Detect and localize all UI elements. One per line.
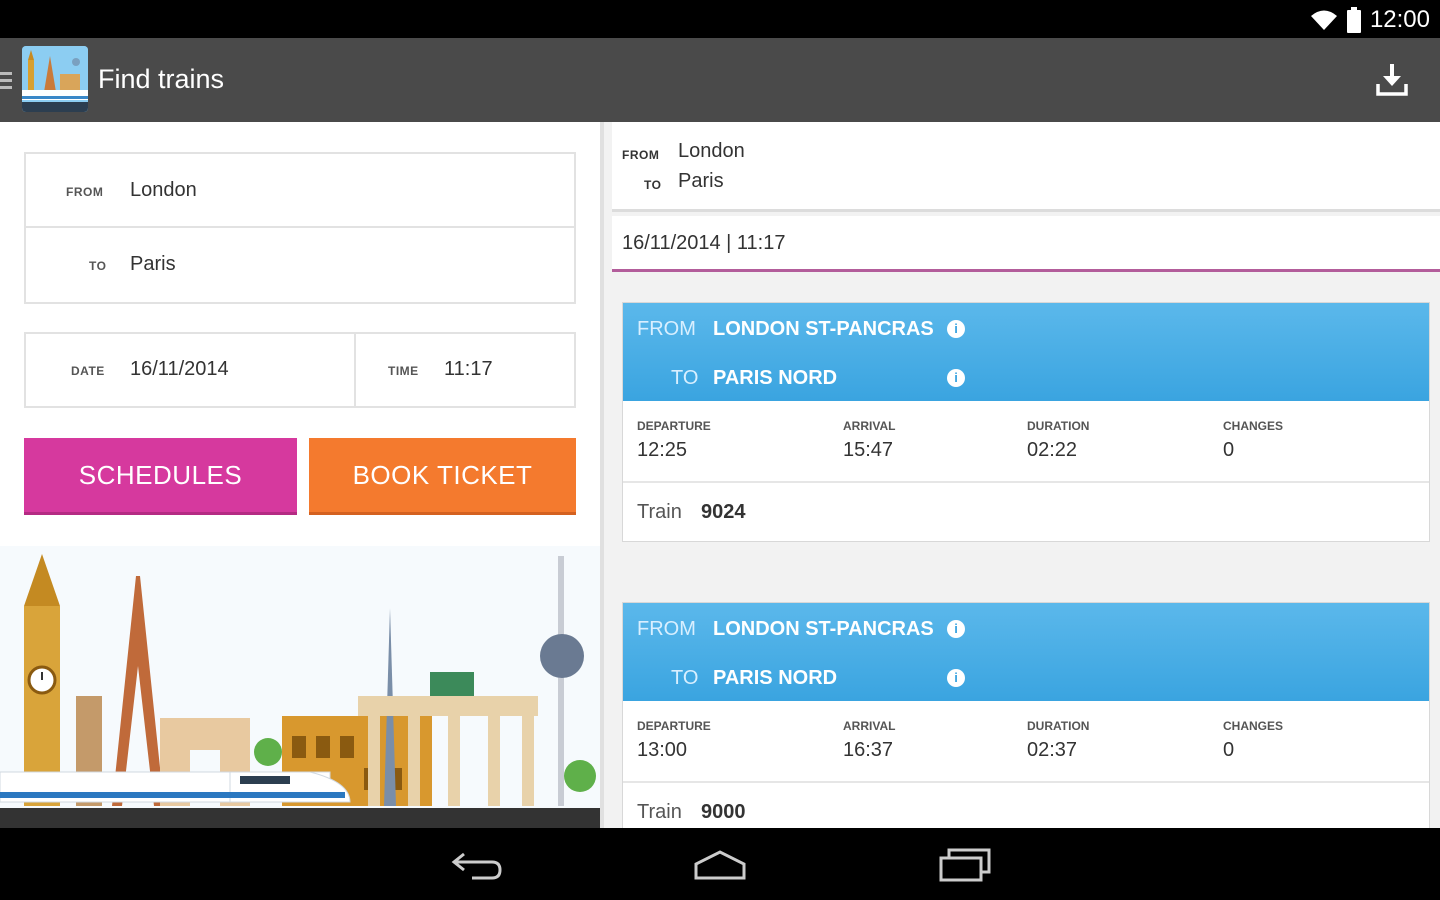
app-logo-icon[interactable] (22, 46, 88, 112)
changes-label: CHANGES (1223, 719, 1284, 733)
schedules-button[interactable]: SCHEDULES (24, 438, 297, 512)
home-icon[interactable] (690, 844, 750, 884)
to-label: TO (89, 259, 107, 273)
journey-to-label: TO (671, 367, 699, 389)
journey-from-label: FROM (637, 318, 696, 340)
journey-card-footer: Train 9024 (623, 483, 1429, 541)
changes-value: 0 (1223, 439, 1235, 461)
results-datetime-text: 16/11/2014 | 11:17 (622, 232, 786, 254)
train-number: 9000 (701, 801, 746, 823)
duration-value: 02:37 (1027, 739, 1078, 761)
date-value: 16/11/2014 (130, 358, 229, 380)
departure-label: DEPARTURE (637, 419, 711, 433)
departure-value: 12:25 (637, 439, 688, 461)
from-value: London (130, 179, 197, 201)
journey-to-station: PARIS NORD (713, 667, 838, 689)
results-route-summary: FROM London TO Paris (612, 122, 1440, 212)
page-title: Find trains (98, 64, 225, 94)
duration-value: 02:22 (1027, 439, 1078, 461)
arrival-value: 16:37 (843, 739, 894, 761)
train-label: Train (637, 501, 682, 523)
menu-icon[interactable] (0, 70, 14, 92)
journey-from-station: LONDON ST-PANCRAS (713, 318, 934, 340)
departure-label: DEPARTURE (637, 719, 711, 733)
journey-card[interactable]: FROM LONDON ST-PANCRAS i TO PARIS NORD i… (622, 602, 1430, 828)
time-field[interactable]: TIME 11:17 (358, 334, 576, 406)
navigation-bar (0, 828, 1440, 900)
results-datetime: 16/11/2014 | 11:17 (612, 216, 1440, 272)
arrival-label: ARRIVAL (843, 719, 896, 733)
from-label: FROM (66, 185, 104, 199)
recents-icon[interactable] (935, 844, 995, 884)
to-field[interactable]: TO Paris (26, 228, 574, 302)
journey-card-header: FROM LONDON ST-PANCRAS i TO PARIS NORD i (623, 603, 1429, 701)
to-value: Paris (130, 253, 176, 275)
datetime-box: DATE 16/11/2014 TIME 11:17 (24, 332, 576, 408)
duration-label: DURATION (1027, 719, 1090, 733)
journey-from-label: FROM (637, 618, 696, 640)
train-number: 9024 (701, 501, 746, 523)
download-icon[interactable] (1374, 62, 1410, 98)
journey-card-details: DEPARTURE 13:00 ARRIVAL 16:37 DURATION 0… (623, 701, 1429, 783)
skyline-illustration (0, 546, 600, 828)
time-value: 11:17 (444, 358, 493, 380)
from-field[interactable]: FROM London (26, 154, 574, 228)
arrival-value: 15:47 (843, 439, 894, 461)
changes-label: CHANGES (1223, 419, 1284, 433)
journey-card[interactable]: FROM LONDON ST-PANCRAS i TO PARIS NORD i… (622, 302, 1430, 542)
info-icon[interactable]: i (947, 369, 965, 387)
results-to-label: TO (644, 178, 662, 192)
status-bar: 12:00 (0, 0, 1440, 38)
info-icon[interactable]: i (947, 620, 965, 638)
date-label: DATE (71, 364, 105, 378)
arrival-label: ARRIVAL (843, 419, 896, 433)
journey-to-label: TO (671, 667, 699, 689)
journey-card-details: DEPARTURE 12:25 ARRIVAL 15:47 DURATION 0… (623, 401, 1429, 483)
book-ticket-button[interactable]: BOOK TICKET (309, 438, 576, 512)
results-from-value: London (678, 140, 745, 162)
results-pane: FROM London TO Paris 16/11/2014 | 11:17 … (600, 122, 1440, 828)
results-to-value: Paris (678, 170, 724, 192)
train-label: Train (637, 801, 682, 823)
info-icon[interactable]: i (947, 320, 965, 338)
results-from-label: FROM (622, 148, 660, 162)
duration-label: DURATION (1027, 419, 1090, 433)
journey-card-footer: Train 9000 (623, 783, 1429, 828)
journey-card-header: FROM LONDON ST-PANCRAS i TO PARIS NORD i (623, 303, 1429, 401)
wifi-icon (1310, 10, 1337, 30)
journey-to-station: PARIS NORD (713, 367, 838, 389)
date-field[interactable]: DATE 16/11/2014 (26, 334, 356, 406)
route-box: FROM London TO Paris (24, 152, 576, 304)
journey-from-station: LONDON ST-PANCRAS (713, 618, 934, 640)
search-form-pane: FROM London TO Paris DATE 16/11/2014 TIM… (0, 122, 600, 828)
back-icon[interactable] (448, 844, 508, 884)
changes-value: 0 (1223, 739, 1235, 761)
status-time: 12:00 (1369, 6, 1430, 33)
battery-icon (1346, 7, 1361, 33)
info-icon[interactable]: i (947, 669, 965, 687)
departure-value: 13:00 (637, 739, 688, 761)
time-label: TIME (388, 364, 419, 378)
